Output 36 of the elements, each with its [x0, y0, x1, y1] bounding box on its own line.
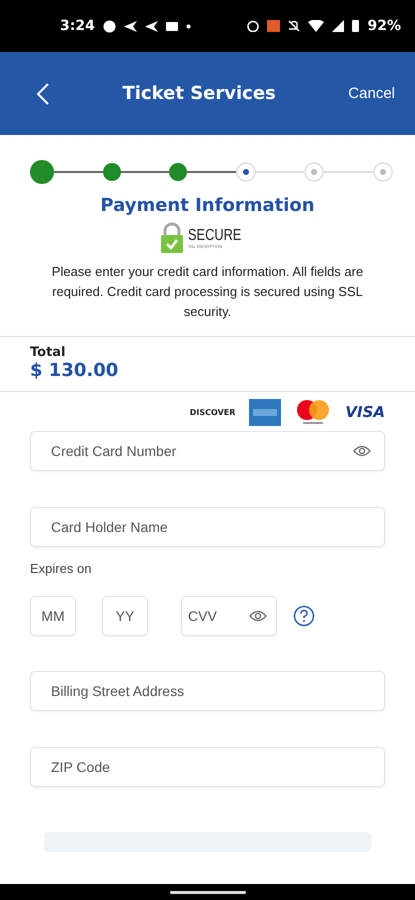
- text-field[interactable]: Credit Card Number: [30, 431, 385, 471]
- app-notification-icon: [102, 20, 116, 32]
- help-icon[interactable]: [293, 605, 315, 627]
- wifi-icon: [308, 20, 324, 32]
- text-field[interactable]: ZIP Code: [30, 747, 385, 787]
- screen-title: Ticket Services: [122, 83, 277, 104]
- text-field[interactable]: Billing Street Address: [30, 671, 385, 711]
- battery-icon: [352, 20, 360, 32]
- mastercard-logo: [295, 399, 332, 425]
- eye-icon[interactable]: [353, 445, 371, 457]
- month-field[interactable]: MM: [30, 596, 76, 636]
- discover-logo: DISCOVER: [190, 408, 236, 416]
- visa-logo: VISA: [345, 403, 385, 421]
- year-field[interactable]: YY: [102, 596, 148, 636]
- eye-icon[interactable]: [249, 610, 267, 622]
- amex-logo: [249, 398, 282, 426]
- cancel-link[interactable]: Cancel: [348, 85, 395, 102]
- section-heading: Payment Information: [99, 195, 316, 216]
- text-field[interactable]: Card Holder Name: [30, 507, 385, 547]
- status-time: 3:24: [60, 18, 95, 34]
- home-handle[interactable]: [170, 890, 246, 894]
- alarm-icon: [247, 20, 260, 32]
- secure-title: SECURE: [188, 227, 242, 244]
- expires-label: Expires on: [30, 561, 92, 576]
- cvv-field[interactable]: CVV: [181, 596, 277, 636]
- total-label: Total: [30, 345, 67, 360]
- padlock-icon: [160, 222, 184, 254]
- image-icon: [166, 22, 178, 30]
- signal-icon: [332, 20, 344, 32]
- intro-text: Please enter your credit card information. All fields are required. Credit card processing is secured using SSL security.: [50, 263, 364, 321]
- battery-percent: 92%: [367, 18, 401, 34]
- dot-icon: [186, 24, 191, 28]
- send-icon: [124, 20, 137, 32]
- back-icon[interactable]: [36, 82, 50, 104]
- total-amount: $ 130.00: [30, 360, 120, 381]
- send-icon: [144, 20, 158, 32]
